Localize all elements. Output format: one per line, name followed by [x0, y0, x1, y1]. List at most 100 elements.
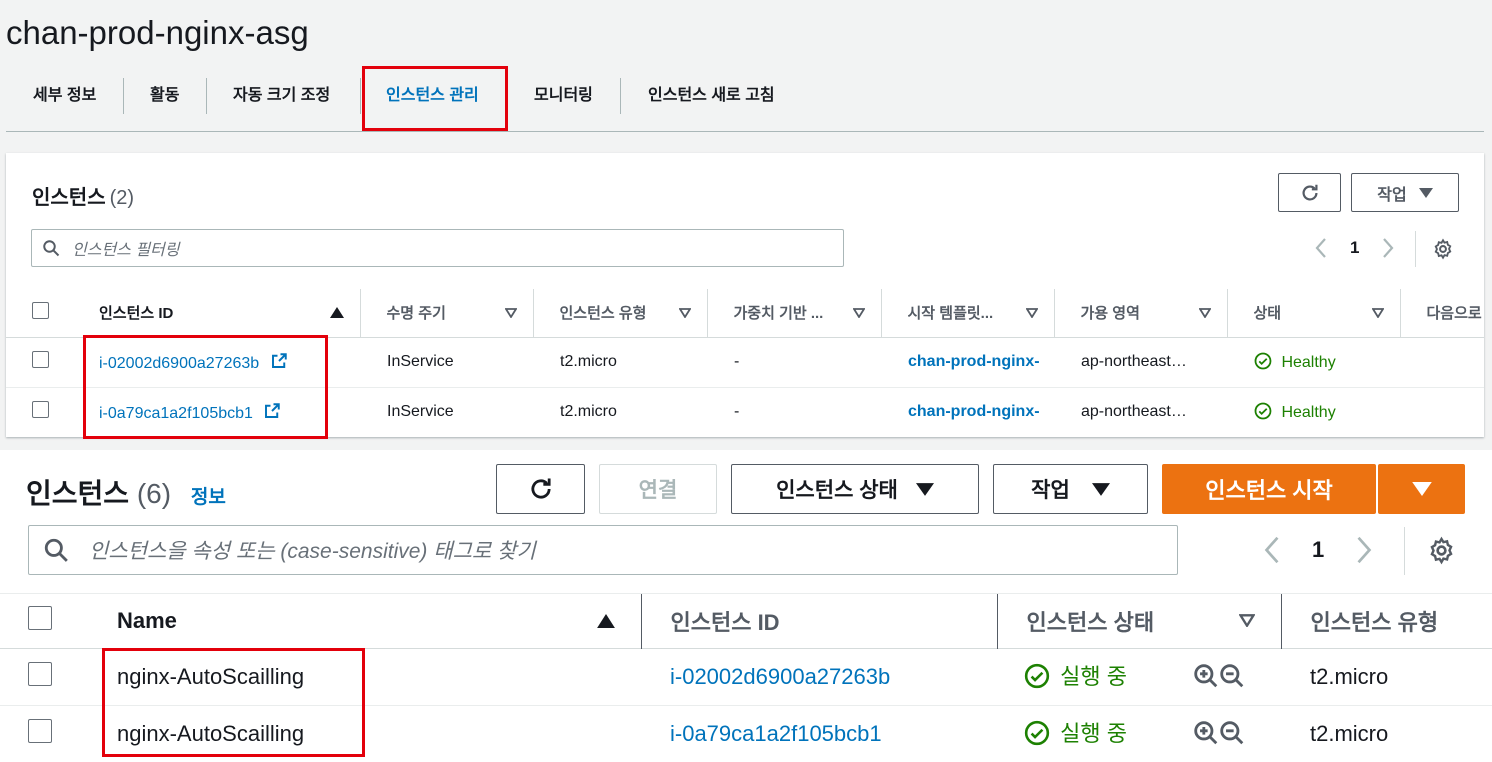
table-header-row: 인스턴스 ID 수명 주기 인스턴스 유형 가중치 기반 ... 시작 템플릿.… [6, 289, 1484, 337]
zoom-controls [1193, 663, 1245, 695]
tab-monitoring[interactable]: 모니터링 [534, 66, 593, 130]
col-header-instance-id[interactable]: 인스턴스 ID [82, 289, 360, 337]
col-header-weight[interactable]: 가중치 기반 ... [706, 289, 881, 337]
asg-tab-bar: 세부 정보 활동 자동 크기 조정 인스턴스 관리 모니터링 인스턴스 새로 고… [6, 66, 1484, 132]
zoom-in-icon[interactable] [1193, 663, 1219, 689]
settings-gear-icon[interactable] [1427, 536, 1456, 565]
asg-filter-placeholder: 인스턴스 필터링 [72, 242, 180, 259]
zoom-in-icon[interactable] [1193, 720, 1219, 746]
table-row[interactable]: nginx-AutoScailling i-0a79ca1a2f105bcb1 … [0, 705, 1492, 762]
refresh-icon [1302, 184, 1318, 201]
launch-template-link[interactable]: chan-prod-nginx- [908, 403, 1040, 420]
col-header-next[interactable]: 다음으로 [1399, 289, 1484, 337]
tab-automatic-scaling[interactable]: 자동 크기 조정 [233, 66, 330, 130]
asg-refresh-button[interactable] [1278, 173, 1341, 212]
instance-type-cell: t2.micro [1310, 720, 1389, 746]
instance-id-link[interactable]: i-02002d6900a27263b [670, 664, 890, 689]
instance-state-label: 인스턴스 상태 [776, 479, 898, 502]
chevron-right-icon[interactable] [1354, 535, 1374, 565]
asg-actions-button[interactable]: 작업 [1351, 173, 1459, 212]
select-all-checkbox[interactable] [32, 301, 49, 319]
chevron-left-icon[interactable] [1314, 237, 1328, 259]
ec2-current-page[interactable]: 1 [1312, 537, 1324, 563]
zoom-out-icon[interactable] [1219, 720, 1245, 746]
tab-divider [123, 78, 124, 114]
asg-instances-title: 인스턴스 [32, 187, 106, 209]
row-checkbox[interactable] [32, 351, 49, 368]
health-status-text: Healthy [1281, 354, 1336, 371]
asg-instances-panel: 인스턴스 (2) 작업 인스턴스 필터링 1 인스턴스 ID 수명 주기 인스턴… [6, 153, 1484, 439]
col-header-instance-state[interactable]: 인스턴스 상태 [996, 594, 1281, 648]
filter-caret-icon [1025, 307, 1038, 318]
instance-id-link[interactable]: i-0a79ca1a2f105bcb1 [99, 405, 253, 422]
asg-current-page[interactable]: 1 [1350, 238, 1359, 258]
col-header-instance-type[interactable]: 인스턴스 유형 [532, 289, 707, 337]
table-row[interactable]: nginx-AutoScailling i-02002d6900a27263b … [0, 648, 1492, 705]
instance-id-link[interactable]: i-02002d6900a27263b [99, 355, 259, 372]
caret-down-icon [1411, 482, 1432, 496]
external-link-icon[interactable] [263, 402, 281, 420]
filter-caret-icon [1198, 307, 1211, 318]
lifecycle-cell: InService [387, 403, 454, 421]
tab-divider [206, 78, 207, 114]
col-header-launch-template[interactable]: 시작 템플릿... [880, 289, 1054, 337]
caret-down-icon [1418, 187, 1433, 198]
check-circle-icon [1254, 352, 1272, 370]
ec2-instances-count: (6) [136, 478, 172, 509]
filter-caret-icon [852, 307, 865, 318]
col-header-health-status[interactable]: 상태 [1226, 289, 1400, 337]
tab-instance-refresh[interactable]: 인스턴스 새로 고침 [648, 66, 775, 130]
info-link[interactable]: 정보 [191, 487, 226, 508]
instance-state-text: 실행 중 [1060, 663, 1127, 689]
tab-divider [620, 78, 621, 114]
ec2-actions-label: 작업 [1031, 479, 1070, 502]
ec2-search-placeholder: 인스턴스을 속성 또는 (case-sensitive) 태그로 찾기 [89, 540, 536, 563]
ec2-refresh-button[interactable] [496, 464, 585, 514]
zoom-out-icon[interactable] [1219, 663, 1245, 689]
row-checkbox[interactable] [32, 401, 49, 419]
connect-button[interactable]: 연결 [599, 464, 717, 514]
sort-ascending-icon [329, 307, 344, 319]
ec2-instance-search[interactable]: 인스턴스을 속성 또는 (case-sensitive) 태그로 찾기 [28, 525, 1178, 575]
check-circle-icon [1024, 663, 1050, 688]
col-header-lifecycle[interactable]: 수명 주기 [359, 289, 533, 337]
chevron-right-icon[interactable] [1381, 237, 1395, 259]
ec2-actions-button[interactable]: 작업 [993, 464, 1148, 514]
tab-details[interactable]: 세부 정보 [33, 66, 96, 130]
col-header-instance-type[interactable]: 인스턴스 유형 [1280, 594, 1492, 648]
pager-divider [1404, 527, 1405, 575]
row-checkbox[interactable] [28, 719, 52, 744]
instance-type-cell: t2.micro [560, 403, 617, 421]
external-link-icon[interactable] [270, 352, 288, 370]
asg-actions-label: 작업 [1377, 186, 1407, 204]
launch-instances-dropdown[interactable] [1378, 464, 1465, 514]
ec2-instances-table: Name 인스턴스 ID 인스턴스 상태 인스턴스 유형 nginx-AutoS… [0, 594, 1492, 762]
col-header-name[interactable]: Name [90, 594, 641, 648]
asg-instance-filter[interactable]: 인스턴스 필터링 [31, 229, 844, 267]
col-header-availability-zone[interactable]: 가용 영역 [1053, 289, 1227, 337]
pager-divider [1415, 231, 1416, 267]
asg-pagination: 1 [1314, 236, 1395, 260]
launch-template-link[interactable]: chan-prod-nginx- [908, 353, 1040, 370]
caret-down-icon [1091, 482, 1110, 496]
settings-gear-icon[interactable] [1432, 238, 1454, 260]
select-all-checkbox[interactable] [28, 606, 52, 631]
asg-instances-heading: 인스턴스 (2) [32, 181, 134, 210]
lifecycle-cell: InService [387, 353, 454, 370]
instance-id-link[interactable]: i-0a79ca1a2f105bcb1 [670, 721, 882, 746]
chevron-left-icon[interactable] [1262, 535, 1282, 565]
table-row[interactable]: i-0a79ca1a2f105bcb1 InService t2.micro -… [6, 387, 1484, 437]
weight-cell: - [734, 353, 740, 370]
launch-instances-button[interactable]: 인스턴스 시작 [1162, 464, 1376, 514]
row-checkbox[interactable] [28, 662, 52, 686]
tab-activity[interactable]: 활동 [150, 66, 179, 130]
caret-down-icon [915, 482, 934, 496]
col-header-instance-id[interactable]: 인스턴스 ID [640, 594, 997, 648]
instance-state-button[interactable]: 인스턴스 상태 [731, 464, 979, 514]
table-header-row: Name 인스턴스 ID 인스턴스 상태 인스턴스 유형 [0, 594, 1492, 648]
instance-state-text: 실행 중 [1060, 720, 1127, 746]
tab-instance-management[interactable]: 인스턴스 관리 [386, 66, 479, 130]
ec2-instances-title: 인스턴스 [26, 478, 130, 509]
table-row[interactable]: i-02002d6900a27263b InService t2.micro -… [6, 337, 1484, 387]
tab-divider [360, 78, 361, 114]
